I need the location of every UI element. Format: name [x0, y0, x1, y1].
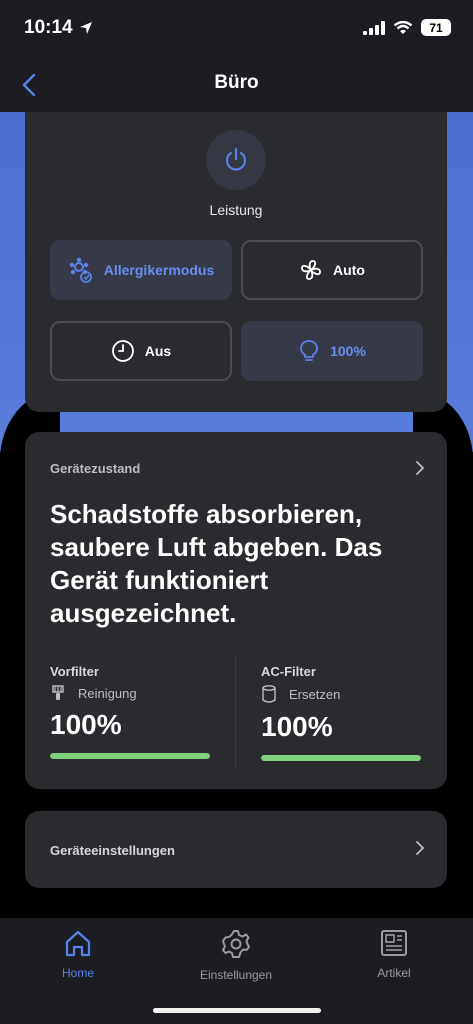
timer-label: Aus [144, 343, 172, 359]
device-settings-row[interactable]: Geräteeinstellungen [25, 811, 447, 888]
ac-filter-action-label: Ersetzen [289, 686, 341, 702]
status-bar: 10:14 71 [0, 0, 473, 58]
ac-filter-section: AC-Filter Ersetzen 100% [261, 664, 431, 761]
ac-filter-progress-bar [261, 755, 421, 761]
newspaper-icon [381, 930, 407, 956]
allergen-icon [69, 257, 92, 283]
prefilter-action-label: Reinigung [78, 685, 137, 701]
home-icon [65, 930, 91, 957]
power-button[interactable] [206, 130, 266, 190]
time-text: 10:14 [24, 17, 73, 38]
status-indicators: 71 [363, 19, 451, 36]
allergy-mode-button[interactable]: Allergikermodus [50, 240, 232, 300]
prefilter-value: 100% [50, 709, 122, 740]
wifi-icon [393, 20, 413, 34]
chevron-right-icon[interactable] [415, 460, 425, 476]
device-settings-label: Geräteeinstellungen [50, 843, 175, 858]
brush-icon [52, 685, 64, 700]
tab-settings-label: Einstellungen [199, 968, 273, 982]
tab-articles[interactable]: Artikel [324, 928, 464, 980]
filter-cylinder-icon [262, 685, 276, 703]
prefilter-progress-fill [50, 753, 210, 759]
auto-mode-label: Auto [333, 262, 365, 278]
ac-filter-value: 100% [261, 711, 333, 742]
prefilter-action: Reinigung [50, 685, 220, 701]
power-icon [225, 147, 247, 171]
prefilter-section: Vorfilter Reinigung 100% [50, 664, 220, 759]
control-card: Leistung Allergikermodus Auto Aus 100% [25, 112, 447, 412]
tab-home-label: Home [61, 966, 94, 980]
ac-filter-progress-fill [261, 755, 421, 761]
signal-icon [363, 20, 385, 35]
light-button[interactable]: 100% [241, 321, 423, 381]
prefilter-progress-bar [50, 753, 210, 759]
tab-home[interactable]: Home [8, 928, 148, 980]
location-arrow-icon [79, 22, 92, 34]
device-status-message: Schadstoffe absorbieren, saubere Luft ab… [50, 499, 383, 628]
page-title: Büro [214, 72, 259, 93]
filter-divider [235, 658, 236, 766]
ac-filter-name: AC-Filter [261, 664, 316, 679]
gear-icon [222, 930, 250, 958]
tab-articles-label: Artikel [377, 966, 411, 980]
home-indicator [153, 1008, 321, 1013]
status-time: 10:14 [24, 17, 93, 39]
clock-icon [111, 340, 134, 362]
navigation-bar: Büro [0, 58, 473, 112]
tab-settings[interactable]: Einstellungen [166, 928, 306, 982]
device-status-card[interactable]: Gerätezustand Schadstoffe absorbieren, s… [25, 432, 447, 789]
fan-icon [301, 260, 321, 280]
chevron-right-icon [416, 841, 425, 855]
bulb-icon [300, 340, 318, 361]
power-label: Leistung [209, 202, 263, 218]
timer-button[interactable]: Aus [50, 321, 232, 381]
allergy-mode-label: Allergikermodus [103, 262, 215, 278]
battery-indicator: 71 [421, 19, 451, 36]
light-label: 100% [330, 343, 366, 359]
ac-filter-action: Ersetzen [261, 685, 431, 703]
device-status-heading: Gerätezustand [50, 461, 141, 476]
auto-mode-button[interactable]: Auto [241, 240, 423, 300]
prefilter-name: Vorfilter [50, 664, 99, 679]
